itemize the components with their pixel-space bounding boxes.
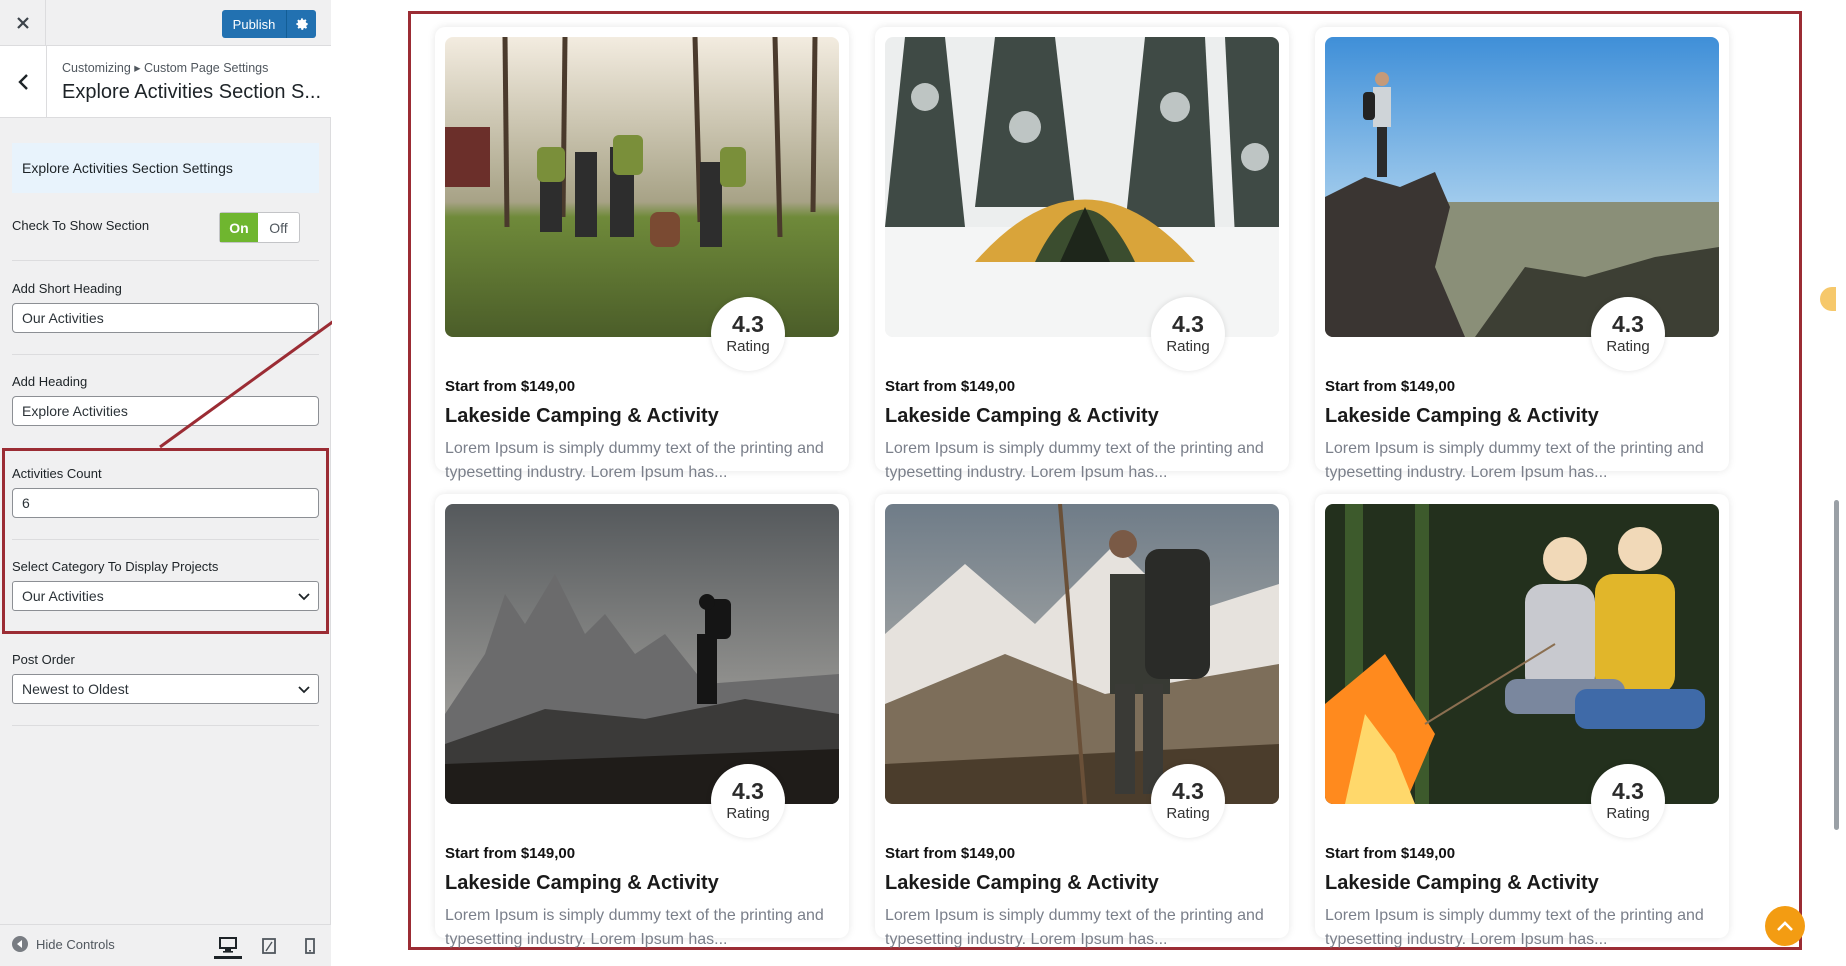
card-title[interactable]: Lakeside Camping & Activity bbox=[1325, 872, 1599, 895]
rating-badge: 4.3 Rating bbox=[1151, 297, 1225, 371]
activities-count-label: Activities Count bbox=[12, 466, 102, 481]
chevron-down-icon bbox=[298, 686, 310, 694]
collapse-arrow-icon bbox=[12, 936, 28, 952]
card-price: Start from $149,00 bbox=[445, 845, 576, 862]
back-button[interactable] bbox=[0, 46, 47, 117]
card-description: Lorem Ipsum is simply dummy text of the … bbox=[445, 440, 824, 481]
close-icon bbox=[16, 17, 29, 29]
customizer-sidebar: Publish Customizing ▸ Custom Page Settin… bbox=[0, 0, 331, 966]
section-description: Explore Activities Section Settings bbox=[12, 143, 319, 193]
card-title[interactable]: Lakeside Camping & Activity bbox=[1325, 405, 1599, 428]
tablet-icon bbox=[262, 938, 276, 954]
publish-label: Publish bbox=[232, 16, 276, 32]
divider bbox=[12, 725, 319, 726]
card-description: Lorem Ipsum is simply dummy text of the … bbox=[1325, 907, 1704, 948]
breadcrumb: Customizing ▸ Custom Page Settings bbox=[62, 61, 269, 75]
mountain-silhouette-image bbox=[445, 504, 839, 804]
mobile-preview-button[interactable] bbox=[296, 933, 324, 959]
site-preview: 4.3 Rating Start from $149,00 Lakeside C… bbox=[332, 0, 1846, 966]
card-title[interactable]: Lakeside Camping & Activity bbox=[445, 405, 719, 428]
hide-controls-label: Hide Controls bbox=[36, 936, 115, 952]
activities-count-input[interactable]: 6 bbox=[12, 488, 319, 518]
card-description: Lorem Ipsum is simply dummy text of the … bbox=[445, 907, 824, 948]
rating-value: 4.3 bbox=[732, 778, 764, 804]
card-title[interactable]: Lakeside Camping & Activity bbox=[445, 872, 719, 895]
desktop-preview-button[interactable] bbox=[214, 933, 242, 959]
rating-badge: 4.3 Rating bbox=[711, 297, 785, 371]
publish-button[interactable]: Publish bbox=[222, 10, 316, 38]
activity-card[interactable]: 4.3 Rating Start from $149,00 Lakeside C… bbox=[875, 27, 1289, 481]
rating-badge: 4.3 Rating bbox=[711, 764, 785, 838]
card-price: Start from $149,00 bbox=[445, 378, 576, 395]
preview-scrollbar[interactable] bbox=[1834, 500, 1839, 830]
category-select-value: Our Activities bbox=[22, 588, 104, 604]
card-title[interactable]: Lakeside Camping & Activity bbox=[885, 872, 1159, 895]
chevron-left-icon bbox=[18, 73, 28, 90]
post-order-select[interactable]: Newest to Oldest bbox=[12, 674, 319, 704]
rating-badge: 4.3 Rating bbox=[1591, 297, 1665, 371]
rating-value: 4.3 bbox=[1612, 778, 1644, 804]
activity-card[interactable]: 4.3 Rating Start from $149,00 Lakeside C… bbox=[1315, 494, 1729, 948]
divider bbox=[12, 539, 319, 540]
post-order-label: Post Order bbox=[12, 652, 75, 667]
rating-badge: 4.3 Rating bbox=[1591, 764, 1665, 838]
card-price: Start from $149,00 bbox=[1325, 378, 1456, 395]
section-header: Customizing ▸ Custom Page Settings Explo… bbox=[0, 46, 331, 118]
rating-label: Rating bbox=[1606, 338, 1650, 355]
rating-badge: 4.3 Rating bbox=[1151, 764, 1225, 838]
rating-value: 4.3 bbox=[1612, 311, 1644, 337]
customizer-footer: Hide Controls bbox=[0, 924, 331, 966]
chevron-up-icon bbox=[1777, 921, 1793, 931]
close-customizer-button[interactable] bbox=[0, 0, 46, 46]
hide-controls-button[interactable]: Hide Controls bbox=[12, 936, 115, 952]
activity-card[interactable]: 4.3 Rating Start from $149,00 Lakeside C… bbox=[435, 494, 849, 948]
toggle-off-option[interactable]: Off bbox=[258, 213, 299, 242]
publish-settings-button[interactable] bbox=[286, 10, 316, 38]
activity-card[interactable]: 4.3 Rating Start from $149,00 Lakeside C… bbox=[435, 27, 849, 481]
scroll-to-top-button[interactable] bbox=[1765, 906, 1805, 946]
card-title[interactable]: Lakeside Camping & Activity bbox=[885, 405, 1159, 428]
heading-label: Add Heading bbox=[12, 374, 88, 389]
campfire-friends-image bbox=[1325, 504, 1719, 804]
desktop-icon bbox=[219, 936, 237, 953]
rating-label: Rating bbox=[726, 338, 770, 355]
rating-label: Rating bbox=[1166, 338, 1210, 355]
post-order-select-value: Newest to Oldest bbox=[22, 681, 129, 697]
card-description: Lorem Ipsum is simply dummy text of the … bbox=[885, 907, 1264, 948]
card-price: Start from $149,00 bbox=[885, 845, 1016, 862]
show-section-label: Check To Show Section bbox=[12, 218, 150, 233]
activity-card[interactable]: 4.3 Rating Start from $149,00 Lakeside C… bbox=[1315, 27, 1729, 481]
show-section-toggle[interactable]: On Off bbox=[219, 212, 300, 243]
rating-label: Rating bbox=[726, 805, 770, 822]
hikers-in-forest-image bbox=[445, 37, 839, 337]
toggle-on-option[interactable]: On bbox=[220, 213, 258, 242]
short-heading-label: Add Short Heading bbox=[12, 281, 122, 296]
rating-value: 4.3 bbox=[732, 311, 764, 337]
tablet-preview-button[interactable] bbox=[255, 933, 283, 959]
gear-icon bbox=[295, 18, 308, 30]
rating-label: Rating bbox=[1606, 805, 1650, 822]
tent-in-snow-image bbox=[885, 37, 1279, 337]
mobile-icon bbox=[305, 938, 315, 954]
backpacker-mountains-image bbox=[885, 504, 1279, 804]
card-description: Lorem Ipsum is simply dummy text of the … bbox=[1325, 440, 1704, 481]
category-select[interactable]: Our Activities bbox=[12, 581, 319, 611]
activity-card[interactable]: 4.3 Rating Start from $149,00 Lakeside C… bbox=[875, 494, 1289, 948]
rating-value: 4.3 bbox=[1172, 778, 1204, 804]
category-select-label: Select Category To Display Projects bbox=[12, 559, 219, 574]
customizer-topbar: Publish bbox=[0, 0, 331, 46]
card-price: Start from $149,00 bbox=[885, 378, 1016, 395]
card-price: Start from $149,00 bbox=[1325, 845, 1456, 862]
rating-label: Rating bbox=[1166, 805, 1210, 822]
page-title: Explore Activities Section S... bbox=[62, 81, 322, 103]
rating-value: 4.3 bbox=[1172, 311, 1204, 337]
hiker-on-rock-image bbox=[1325, 37, 1719, 337]
chevron-down-icon bbox=[298, 593, 310, 601]
card-description: Lorem Ipsum is simply dummy text of the … bbox=[885, 440, 1264, 481]
